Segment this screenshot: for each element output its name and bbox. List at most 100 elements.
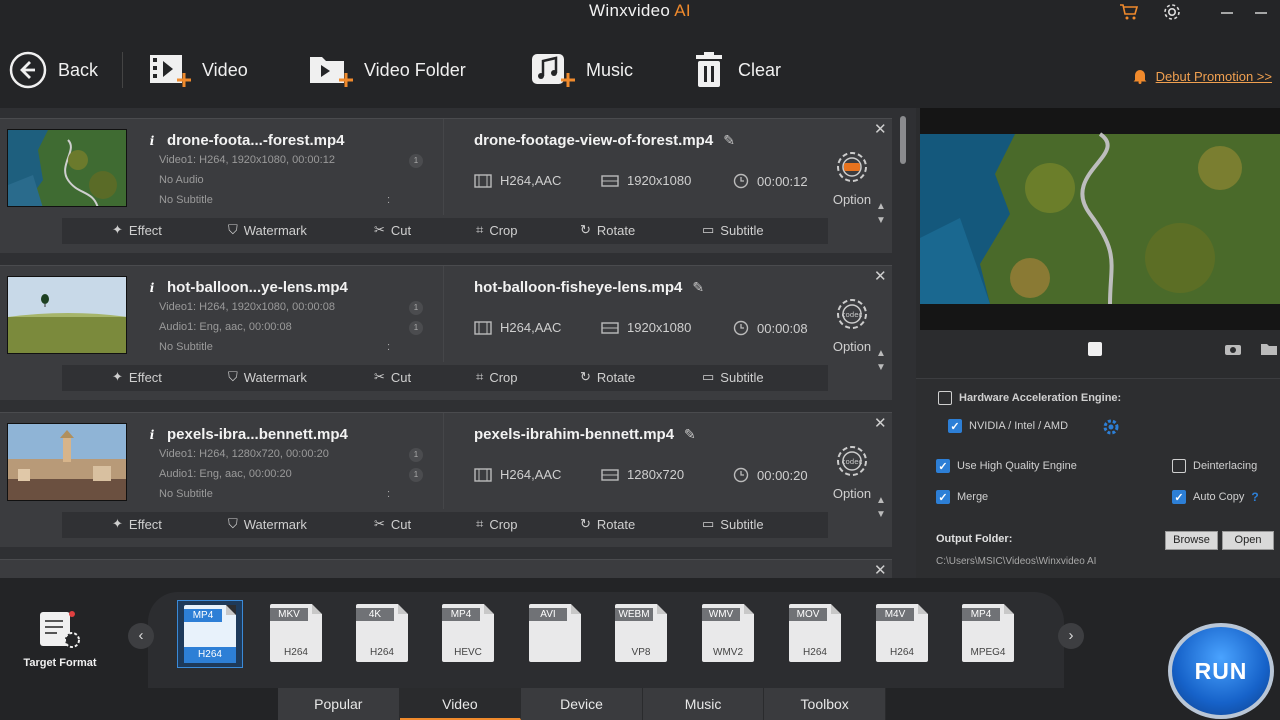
format-prev-arrow[interactable]: ‹ [128, 623, 154, 649]
subtitle-more-icon[interactable]: : [387, 341, 390, 353]
crop-button[interactable]: ⌗ Crop [476, 222, 518, 238]
output-file-name[interactable]: drone-footage-view-of-forest.mp4 ✎ [474, 132, 735, 149]
output-file-name[interactable]: pexels-ibrahim-bennett.mp4 ✎ [474, 426, 696, 443]
subtitle-button[interactable]: ▭ Subtitle [702, 369, 764, 385]
video-track-selector[interactable]: 1 [409, 154, 423, 168]
codec-option-button[interactable]: codec Option [828, 296, 876, 354]
tab-toolbox[interactable]: Toolbox [764, 688, 886, 720]
gpu-label: NVIDIA / Intel / AMD [969, 420, 1069, 432]
add-video-folder-button[interactable]: Video Folder [308, 48, 466, 92]
cart-icon[interactable] [1118, 2, 1140, 22]
file-item-1[interactable]: i drone-foota...-forest.mp4 Video1: H264,… [0, 118, 892, 253]
effect-button[interactable]: ✦ Effect [112, 369, 162, 385]
subtitle-more-icon[interactable]: : [387, 194, 390, 206]
settings-gear-icon[interactable] [1160, 2, 1184, 22]
info-icon[interactable]: i [145, 281, 159, 295]
format-option-mp4-hevc[interactable]: MP4 HEVC [435, 600, 501, 668]
add-video-button[interactable]: Video [148, 48, 248, 92]
collapse-chevron-icon[interactable]: ▼ [876, 215, 886, 226]
format-option-wmv-wmv2[interactable]: WMV WMV2 [695, 600, 761, 668]
video-thumbnail[interactable] [7, 129, 127, 207]
watermark-button[interactable]: ⛉ Watermark [228, 516, 307, 532]
remove-item-close-icon[interactable]: ✕ [874, 120, 887, 138]
stop-button[interactable] [1088, 342, 1102, 356]
browse-button[interactable]: Browse [1165, 531, 1218, 550]
minimize-icon[interactable] [1218, 2, 1236, 22]
rename-pencil-icon[interactable]: ✎ [692, 279, 704, 296]
subtitle-button[interactable]: ▭ Subtitle [702, 516, 764, 532]
hardware-acceleration-checkbox[interactable]: Hardware Acceleration Engine: [938, 391, 1121, 405]
snapshot-camera-icon[interactable] [1224, 342, 1242, 361]
deinterlacing-checkbox[interactable]: Deinterlacing [1172, 459, 1257, 473]
format-option-mp4-mpeg4[interactable]: MP4 MPEG4 [955, 600, 1021, 668]
format-option-m4v-h264[interactable]: M4V H264 [869, 600, 935, 668]
crop-button[interactable]: ⌗ Crop [476, 369, 518, 385]
watermark-button[interactable]: ⛉ Watermark [228, 369, 307, 385]
output-path[interactable]: C:\Users\MSIC\Videos\Winxvideo AI [936, 556, 1096, 567]
add-music-button[interactable]: Music [530, 48, 633, 92]
expand-chevron-icon[interactable]: ▲ [876, 495, 886, 506]
codec-option-button[interactable]: codec Option [828, 443, 876, 501]
cut-button[interactable]: ✂ Cut [374, 222, 411, 238]
video-track-selector[interactable]: 1 [409, 448, 423, 462]
snapshot-folder-icon[interactable] [1260, 342, 1278, 361]
format-option-mov-h264[interactable]: MOV H264 [782, 600, 848, 668]
gpu-settings-gear-icon[interactable] [1102, 418, 1120, 441]
remove-item-close-icon[interactable]: ✕ [874, 267, 887, 285]
format-option-mkv-h264[interactable]: MKV H264 [263, 600, 329, 668]
tab-popular[interactable]: Popular [278, 688, 400, 720]
format-option-mp4-h264[interactable]: MP4 H264 [177, 600, 243, 668]
info-icon[interactable]: i [145, 428, 159, 442]
tab-video[interactable]: Video [399, 688, 522, 720]
close-window-icon[interactable] [1252, 2, 1270, 22]
tab-device[interactable]: Device [521, 688, 643, 720]
gpu-checkbox[interactable]: ✓ NVIDIA / Intel / AMD [948, 419, 1068, 433]
collapse-chevron-icon[interactable]: ▼ [876, 362, 886, 373]
subtitle-button[interactable]: ▭ Subtitle [702, 222, 764, 238]
merge-checkbox[interactable]: ✓ Merge [936, 490, 988, 504]
tab-music[interactable]: Music [642, 688, 765, 720]
run-button[interactable]: RUN [1168, 623, 1274, 719]
video-thumbnail[interactable] [7, 423, 127, 501]
file-item-4-partial[interactable]: ✕ [0, 559, 892, 578]
auto-copy-help-icon[interactable]: ? [1251, 490, 1258, 504]
expand-chevron-icon[interactable]: ▲ [876, 201, 886, 212]
info-icon[interactable]: i [145, 134, 159, 148]
open-folder-button[interactable]: Open [1222, 531, 1274, 550]
remove-item-close-icon[interactable]: ✕ [874, 561, 887, 578]
video-preview[interactable] [920, 108, 1280, 330]
effect-button[interactable]: ✦ Effect [112, 222, 162, 238]
audio-track-selector[interactable]: 1 [409, 321, 423, 335]
video-track-selector[interactable]: 1 [409, 301, 423, 315]
clear-button[interactable]: Clear [690, 48, 781, 92]
high-quality-engine-checkbox[interactable]: ✓ Use High Quality Engine [936, 459, 1077, 473]
file-item-3[interactable]: i pexels-ibra...bennett.mp4 Video1: H264,… [0, 412, 892, 547]
collapse-chevron-icon[interactable]: ▼ [876, 509, 886, 520]
format-option-4k-h264[interactable]: 4K H264 [349, 600, 415, 668]
rotate-button[interactable]: ↻ Rotate [580, 369, 635, 385]
rotate-button[interactable]: ↻ Rotate [580, 516, 635, 532]
file-item-2[interactable]: i hot-balloon...ye-lens.mp4 Video1: H264,… [0, 265, 892, 400]
list-scrollbar[interactable] [900, 116, 906, 164]
expand-chevron-icon[interactable]: ▲ [876, 348, 886, 359]
effect-button[interactable]: ✦ Effect [112, 516, 162, 532]
audio-track-selector[interactable]: 1 [409, 468, 423, 482]
watermark-button[interactable]: ⛉ Watermark [228, 222, 307, 238]
output-file-name[interactable]: hot-balloon-fisheye-lens.mp4 ✎ [474, 279, 704, 296]
codec-option-button[interactable]: Option [828, 149, 876, 207]
rename-pencil-icon[interactable]: ✎ [723, 132, 735, 149]
video-thumbnail[interactable] [7, 276, 127, 354]
subtitle-more-icon[interactable]: : [387, 488, 390, 500]
format-next-arrow[interactable]: › [1058, 623, 1084, 649]
debut-promotion-link[interactable]: Debut Promotion >> [1132, 68, 1272, 84]
back-button[interactable]: Back [8, 48, 98, 92]
cut-button[interactable]: ✂ Cut [374, 516, 411, 532]
format-option-webm-vp8[interactable]: WEBM VP8 [608, 600, 674, 668]
rotate-button[interactable]: ↻ Rotate [580, 222, 635, 238]
auto-copy-checkbox[interactable]: ✓ Auto Copy? [1172, 490, 1259, 504]
format-option-avi[interactable]: AVI [522, 600, 588, 668]
cut-button[interactable]: ✂ Cut [374, 369, 411, 385]
remove-item-close-icon[interactable]: ✕ [874, 414, 887, 432]
crop-button[interactable]: ⌗ Crop [476, 516, 518, 532]
rename-pencil-icon[interactable]: ✎ [684, 426, 696, 443]
